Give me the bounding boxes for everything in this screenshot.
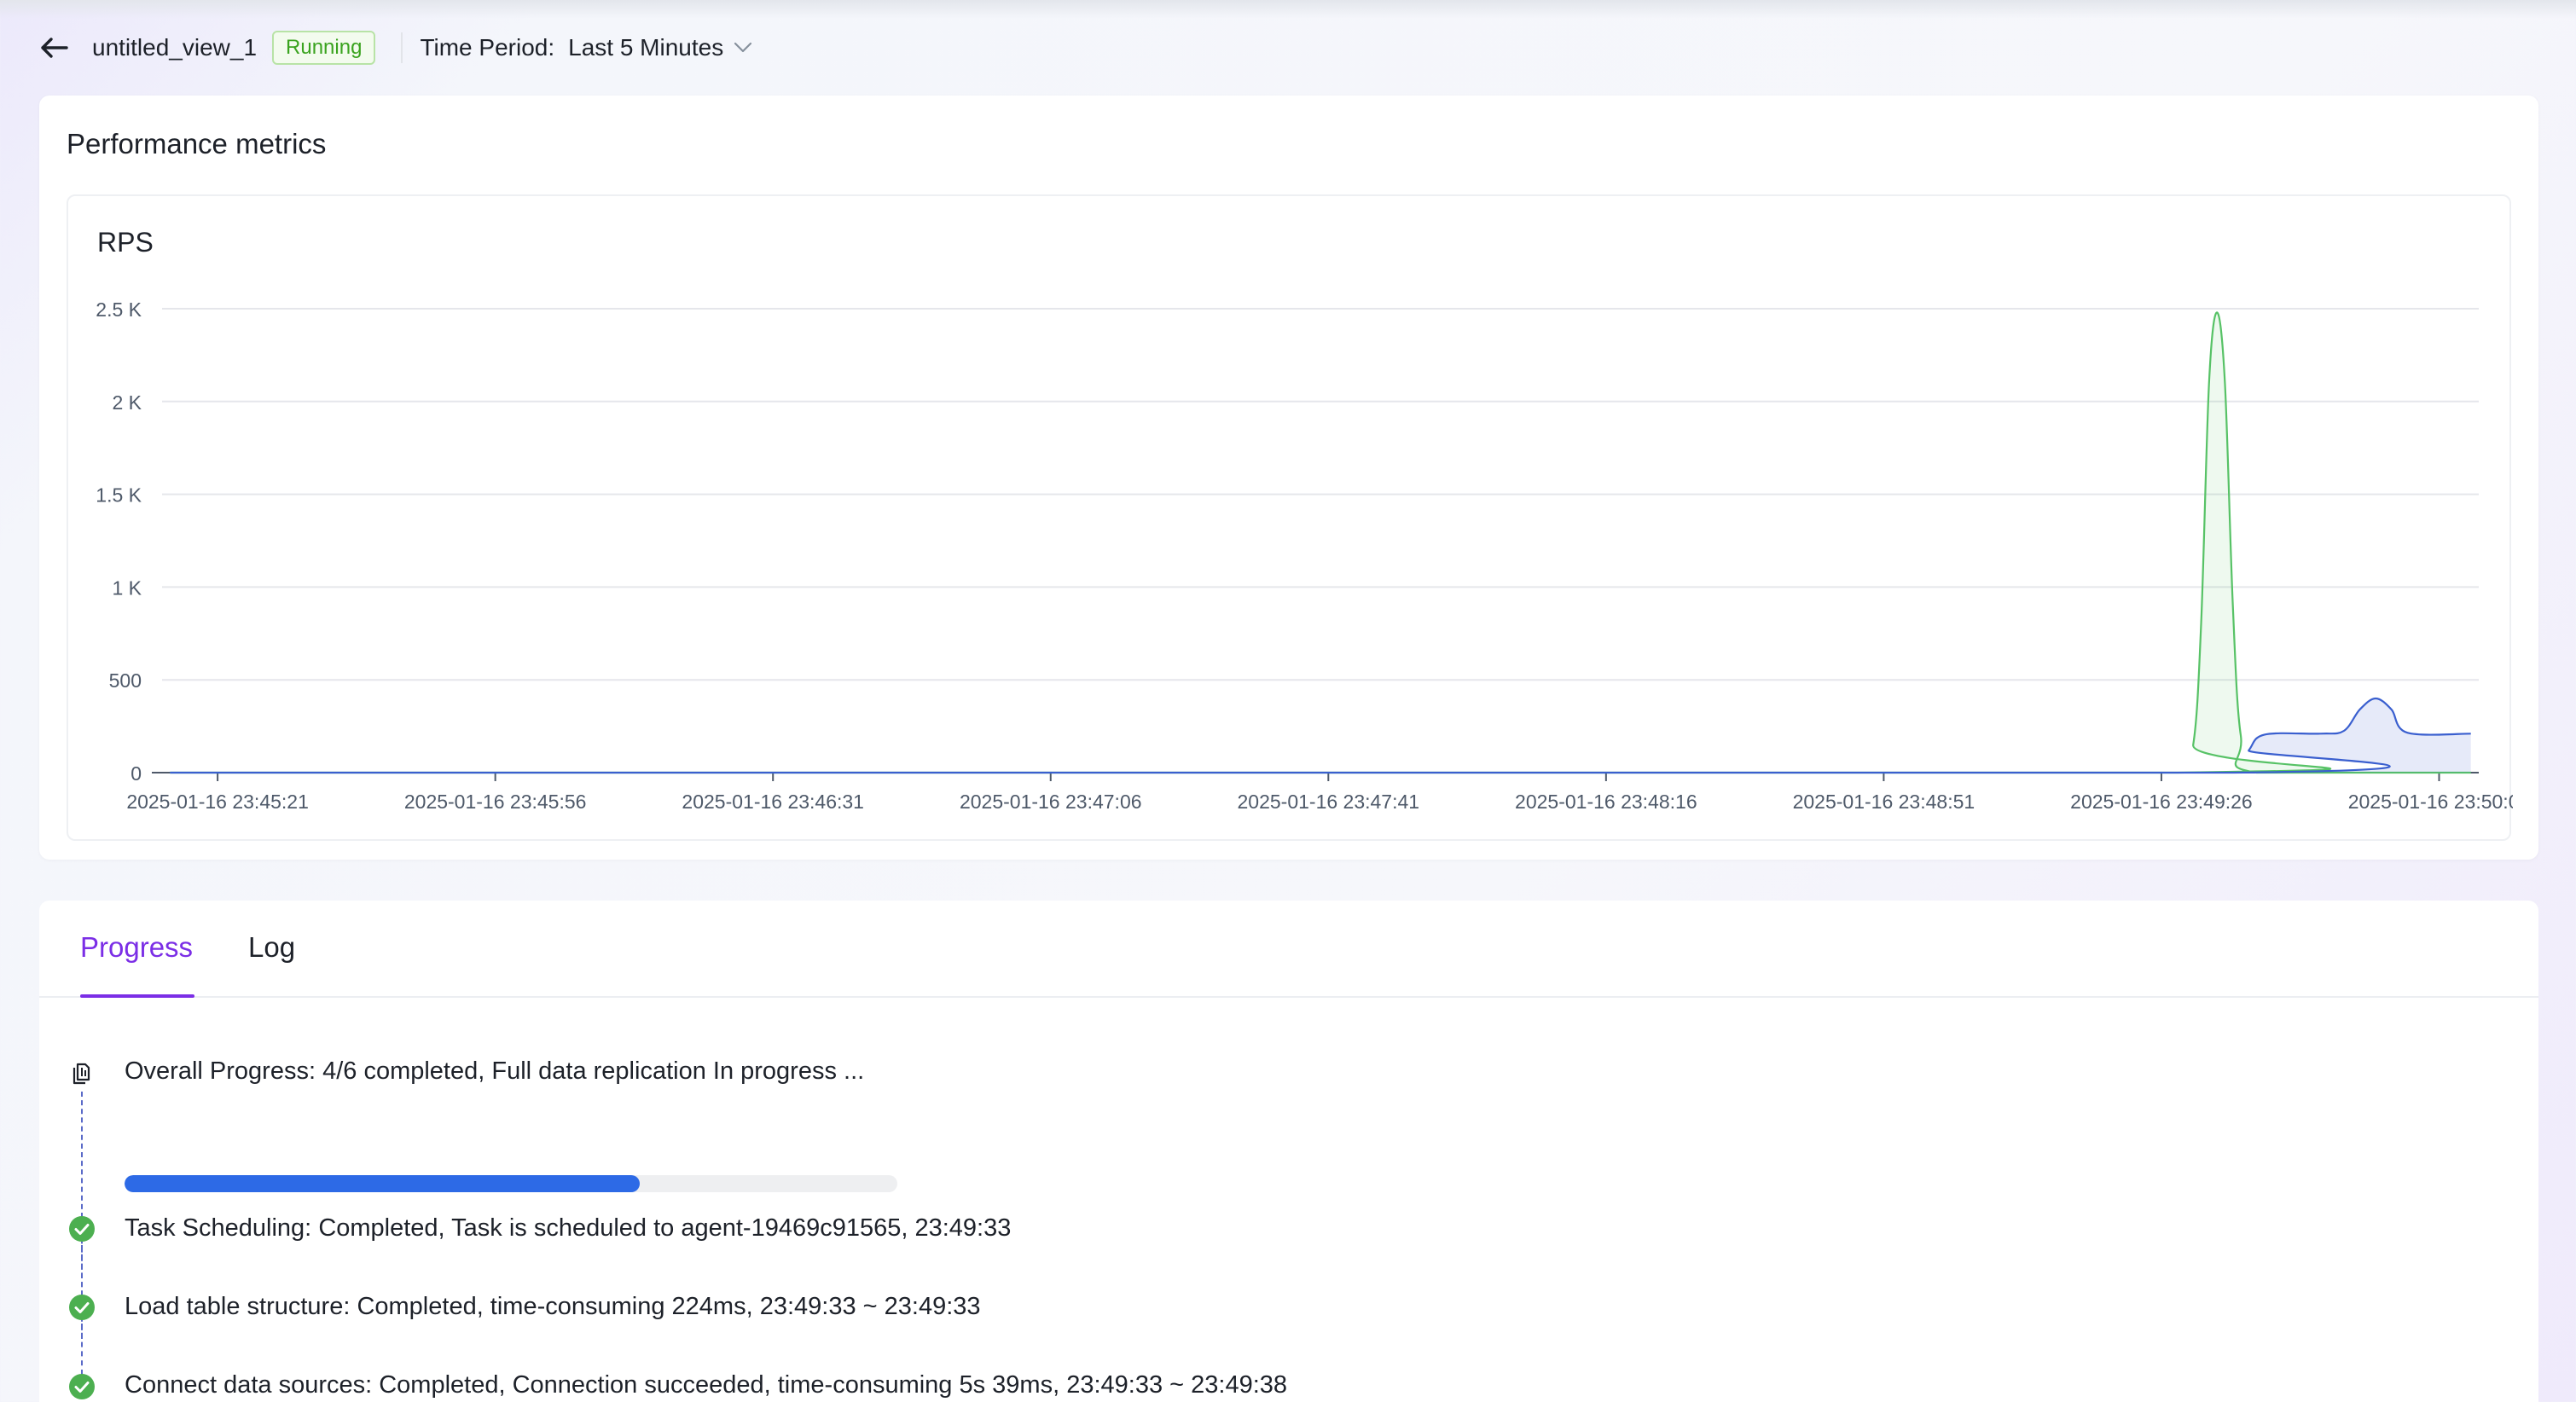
step-label: Connect data sources:: [125, 1371, 373, 1399]
back-button[interactable]: [34, 28, 73, 67]
timeline-connector: [81, 1324, 83, 1375]
series-2-area: [170, 698, 2471, 773]
x-tick-label: 2025-01-16 23:45:56: [404, 791, 587, 813]
overall-progress-text: Overall Progress: 4/6 completed, Full da…: [125, 1057, 865, 1085]
performance-metrics-card: Performance metrics RPS 0 500 1 K 1.5 K2 K2…: [39, 96, 2538, 860]
x-tick-label: 2025-01-16 23:49:26: [2070, 791, 2253, 813]
series-2-line: [170, 697, 2471, 774]
step-detail: Completed, Connection succeeded, time-co…: [379, 1371, 1288, 1399]
y-tick-label: 0: [131, 762, 142, 785]
tab-progress[interactable]: Progress: [80, 931, 193, 964]
check-circle-icon: [69, 1374, 95, 1399]
y-tick-label: 1 K: [112, 576, 142, 599]
metrics-title: Performance metrics: [67, 128, 327, 159]
series-1-area: [170, 312, 2471, 773]
y-tick-label: 500: [109, 669, 142, 692]
step-task-scheduling: Task Scheduling: Completed, Task is sche…: [125, 1214, 1011, 1243]
x-tick-label: 2025-01-16 23:46:31: [682, 791, 864, 813]
y-tick-label: 1.5 K: [96, 484, 142, 507]
step-load-table-structure: Load table structure: Completed, time-co…: [125, 1293, 981, 1321]
y-tick-label: 2 K: [112, 391, 142, 414]
series-1-line: [170, 311, 2471, 774]
progress-timeline: Overall Progress: 4/6 completed, Full da…: [39, 998, 2538, 1402]
time-period-label: Time Period:: [420, 34, 555, 61]
time-period-select[interactable]: Last 5 Minutes: [568, 34, 752, 61]
y-tick-label: 2.5 K: [96, 298, 142, 321]
check-circle-icon: [69, 1216, 95, 1242]
x-tick-label: 2025-01-16 23:48:16: [1515, 791, 1697, 813]
timeline-connector: [81, 1245, 83, 1296]
chevron-down-icon: [734, 42, 752, 53]
header-divider: [401, 32, 403, 63]
step-detail: Completed, Task is scheduled to agent-19…: [318, 1214, 1012, 1242]
overall-progress-fill: [125, 1175, 641, 1192]
x-tick-label: 2025-01-16 23:48:51: [1793, 791, 1976, 813]
arrow-left-icon: [41, 38, 68, 58]
page-header: untitled_view_1 Running Time Period: Las…: [0, 0, 2576, 96]
copy-icon: [73, 1063, 90, 1085]
x-tick-label: 2025-01-16 23:45:21: [126, 791, 309, 813]
step-label: Load table structure:: [125, 1293, 351, 1320]
overall-progress-bar: [125, 1175, 897, 1192]
step-label: Task Scheduling:: [125, 1214, 312, 1242]
rps-chart: 0 500 1 K 1.5 K 2 K 2.5 K 2025-01-16 23:45:21 2…: [96, 298, 2513, 813]
check-circle-icon: [69, 1295, 95, 1320]
rps-chart-container: RPS 0 500 1 K 1.5 K2 K 2.5 K 2025-01-16 23:45…: [67, 194, 2513, 841]
tab-bar: Progress Log: [39, 901, 2538, 998]
time-period-value: Last 5 Minutes: [568, 34, 724, 61]
x-tick-label: 2025-01-16 23:50:01: [2348, 791, 2513, 813]
x-tick-label: 2025-01-16 23:47:06: [960, 791, 1142, 813]
step-connect-data-sources: Connect data sources: Completed, Connect…: [125, 1371, 1287, 1399]
status-badge: Running: [272, 31, 376, 65]
progress-card: Progress Log Overall Progress: 4/6 compl…: [39, 901, 2538, 1402]
view-name: untitled_view_1: [92, 34, 258, 61]
tab-log[interactable]: Log: [248, 931, 295, 964]
x-tick-label: 2025-01-16 23:47:41: [1238, 791, 1420, 813]
step-detail: Completed, time-consuming 224ms, 23:49:3…: [357, 1293, 981, 1320]
